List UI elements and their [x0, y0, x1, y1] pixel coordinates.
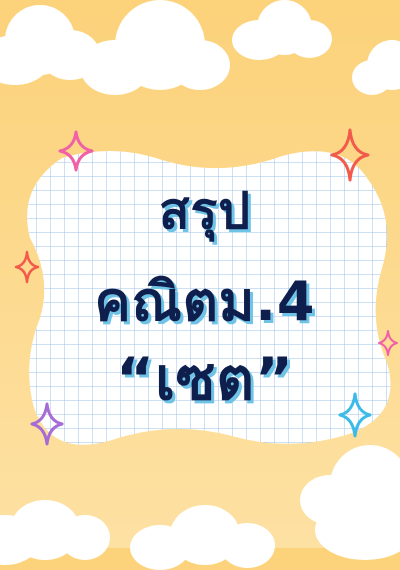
cover-title-line1: สรุป [158, 182, 252, 240]
cloud-icon-top-center [80, 0, 230, 100]
sparkle-icon-red [330, 128, 370, 182]
cloud-icon-top-right [232, 0, 332, 60]
cloud-icon-right [352, 40, 400, 100]
sparkle-icon-pink [58, 130, 94, 172]
cloud-icon-bottom-center [130, 505, 275, 570]
cover-title-line3: “เซต” [115, 345, 295, 413]
cloud-icon-bottom-right [300, 445, 400, 560]
sparkle-icon-small-pink [378, 330, 398, 356]
cloud-icon-bottom-left [0, 500, 110, 565]
sparkle-icon-small-red [14, 250, 40, 284]
sparkle-icon-purple [30, 402, 64, 446]
sparkle-icon-blue [338, 392, 372, 438]
